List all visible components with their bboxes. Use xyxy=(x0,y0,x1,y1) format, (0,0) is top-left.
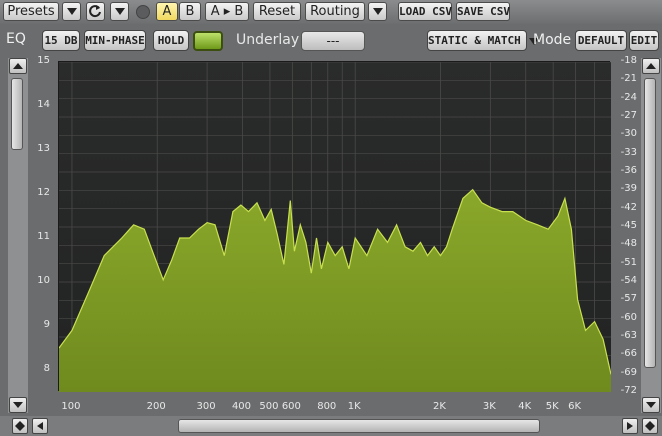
x-tick-label: 500 xyxy=(259,401,279,412)
underlay-select[interactable]: --- xyxy=(301,31,365,51)
y-tick-label-right: -36 xyxy=(620,165,637,176)
match-mode-label: STATIC & MATCH xyxy=(428,34,521,47)
scroll-left-button[interactable] xyxy=(32,418,48,434)
y-tick-label-right: -69 xyxy=(620,366,637,378)
y-tick-label-right: -24 xyxy=(620,91,637,103)
x-tick-label: 3K xyxy=(482,401,496,412)
y-tick-label: 8 xyxy=(43,363,50,374)
y-tick-label-right: -51 xyxy=(620,256,637,268)
scroll-right-button[interactable] xyxy=(622,418,638,434)
scroll-thumb[interactable] xyxy=(11,78,23,150)
x-tick-label: 300 xyxy=(196,401,216,412)
y-tick-label-right: -21 xyxy=(620,73,637,85)
arrow-down-icon xyxy=(13,402,23,408)
scroll-down-button[interactable] xyxy=(9,397,27,413)
x-tick-label: 2K xyxy=(433,401,446,412)
scroll-down-button[interactable] xyxy=(642,397,660,413)
y-tick-label-right: -27 xyxy=(620,110,637,121)
arrow-up-icon xyxy=(646,63,656,69)
diamond-icon xyxy=(645,421,655,431)
y-tick-label: 11 xyxy=(37,231,50,242)
range-button[interactable]: 15 DB xyxy=(42,30,80,51)
y-tick-label-right: -42 xyxy=(620,201,637,213)
ab-b-button[interactable]: B xyxy=(179,2,201,21)
x-tick-label: 200 xyxy=(146,401,166,412)
y-tick-label-right: -63 xyxy=(620,330,637,341)
undo-history-button[interactable] xyxy=(110,2,129,21)
hold-button[interactable]: HOLD xyxy=(153,30,189,51)
presets-dropdown-button[interactable] xyxy=(62,2,81,21)
y-tick-label: 15 xyxy=(37,55,50,66)
x-tick-label: 600 xyxy=(281,401,301,412)
top-toolbar: Presets A B A ▸ B Reset Routing LOAD CSV… xyxy=(0,0,662,24)
spectrum-chart xyxy=(59,62,611,392)
copy-a-to-b-button[interactable]: A ▸ B xyxy=(205,2,249,21)
right-zoom-scrollbar[interactable] xyxy=(641,58,661,413)
y-tick-label: 9 xyxy=(43,319,50,330)
arrow-left-icon xyxy=(37,422,43,430)
x-tick-label: 800 xyxy=(317,401,337,412)
reset-button[interactable]: Reset xyxy=(253,2,301,21)
y-tick-label-right: -33 xyxy=(620,146,637,158)
y-tick-label: 13 xyxy=(37,143,50,154)
scroll-left-end-button[interactable] xyxy=(12,418,28,434)
load-csv-button[interactable]: LOAD CSV xyxy=(398,2,452,21)
presets-button[interactable]: Presets xyxy=(3,2,59,21)
y-tick-label-right: -57 xyxy=(620,293,637,305)
y-tick-label-right: -60 xyxy=(620,311,637,323)
undo-icon xyxy=(89,5,101,18)
y-tick-label: 12 xyxy=(37,187,50,198)
chevron-down-icon xyxy=(372,8,383,15)
scroll-thumb[interactable] xyxy=(644,78,656,368)
mode-label: Mode xyxy=(533,32,572,48)
eq-label: EQ xyxy=(6,31,26,47)
x-tick-label: 6K xyxy=(568,401,582,412)
edit-button[interactable]: EDIT xyxy=(629,30,659,51)
ab-a-button[interactable]: A xyxy=(156,2,178,21)
eq-controls-row: EQ 15 DB MIN-PHASE HOLD Underlay --- STA… xyxy=(0,28,662,54)
undo-button[interactable] xyxy=(86,2,105,21)
y-tick-label-right: -72 xyxy=(620,385,637,396)
y-tick-label-right: -18 xyxy=(620,55,637,66)
arrow-up-icon xyxy=(13,63,23,69)
mode-select[interactable]: DEFAULT xyxy=(575,30,627,51)
underlay-label: Underlay xyxy=(236,32,300,48)
y-tick-label-right: -39 xyxy=(620,183,637,195)
arrow-right-icon xyxy=(627,422,633,430)
y-tick-label-right: -54 xyxy=(620,275,637,286)
save-csv-button[interactable]: SAVE CSV xyxy=(456,2,510,21)
x-tick-label: 1K xyxy=(347,401,361,412)
x-tick-label: 4K xyxy=(518,401,532,412)
y-tick-label-right: -48 xyxy=(620,238,637,250)
x-tick-label: 400 xyxy=(231,401,252,412)
y-tick-label: 10 xyxy=(37,275,50,286)
spectrum-plot[interactable] xyxy=(58,61,611,392)
chevron-down-icon xyxy=(66,8,77,15)
x-tick-label: 100 xyxy=(61,401,81,412)
routing-button[interactable]: Routing xyxy=(305,2,365,21)
routing-dropdown-button[interactable] xyxy=(368,2,387,21)
arrow-down-icon xyxy=(646,402,656,408)
y-tick-label: 14 xyxy=(37,99,50,110)
chevron-down-icon xyxy=(114,8,125,15)
left-zoom-scrollbar[interactable] xyxy=(8,58,28,413)
scroll-right-end-button[interactable] xyxy=(642,418,658,434)
scroll-thumb[interactable] xyxy=(178,419,540,433)
hold-toggle[interactable] xyxy=(193,31,223,51)
phase-mode-button[interactable]: MIN-PHASE xyxy=(84,30,146,51)
match-mode-button[interactable]: STATIC & MATCH xyxy=(427,30,540,51)
y-tick-label-right: -66 xyxy=(620,348,637,360)
scroll-up-button[interactable] xyxy=(9,58,27,74)
y-tick-label-right: -30 xyxy=(620,128,637,140)
diamond-icon xyxy=(15,421,25,431)
scroll-up-button[interactable] xyxy=(642,58,660,74)
status-indicator xyxy=(136,5,150,19)
y-tick-label-right: -45 xyxy=(620,220,637,231)
frequency-scrollbar[interactable] xyxy=(0,416,662,436)
x-tick-label: 5K xyxy=(545,401,559,412)
